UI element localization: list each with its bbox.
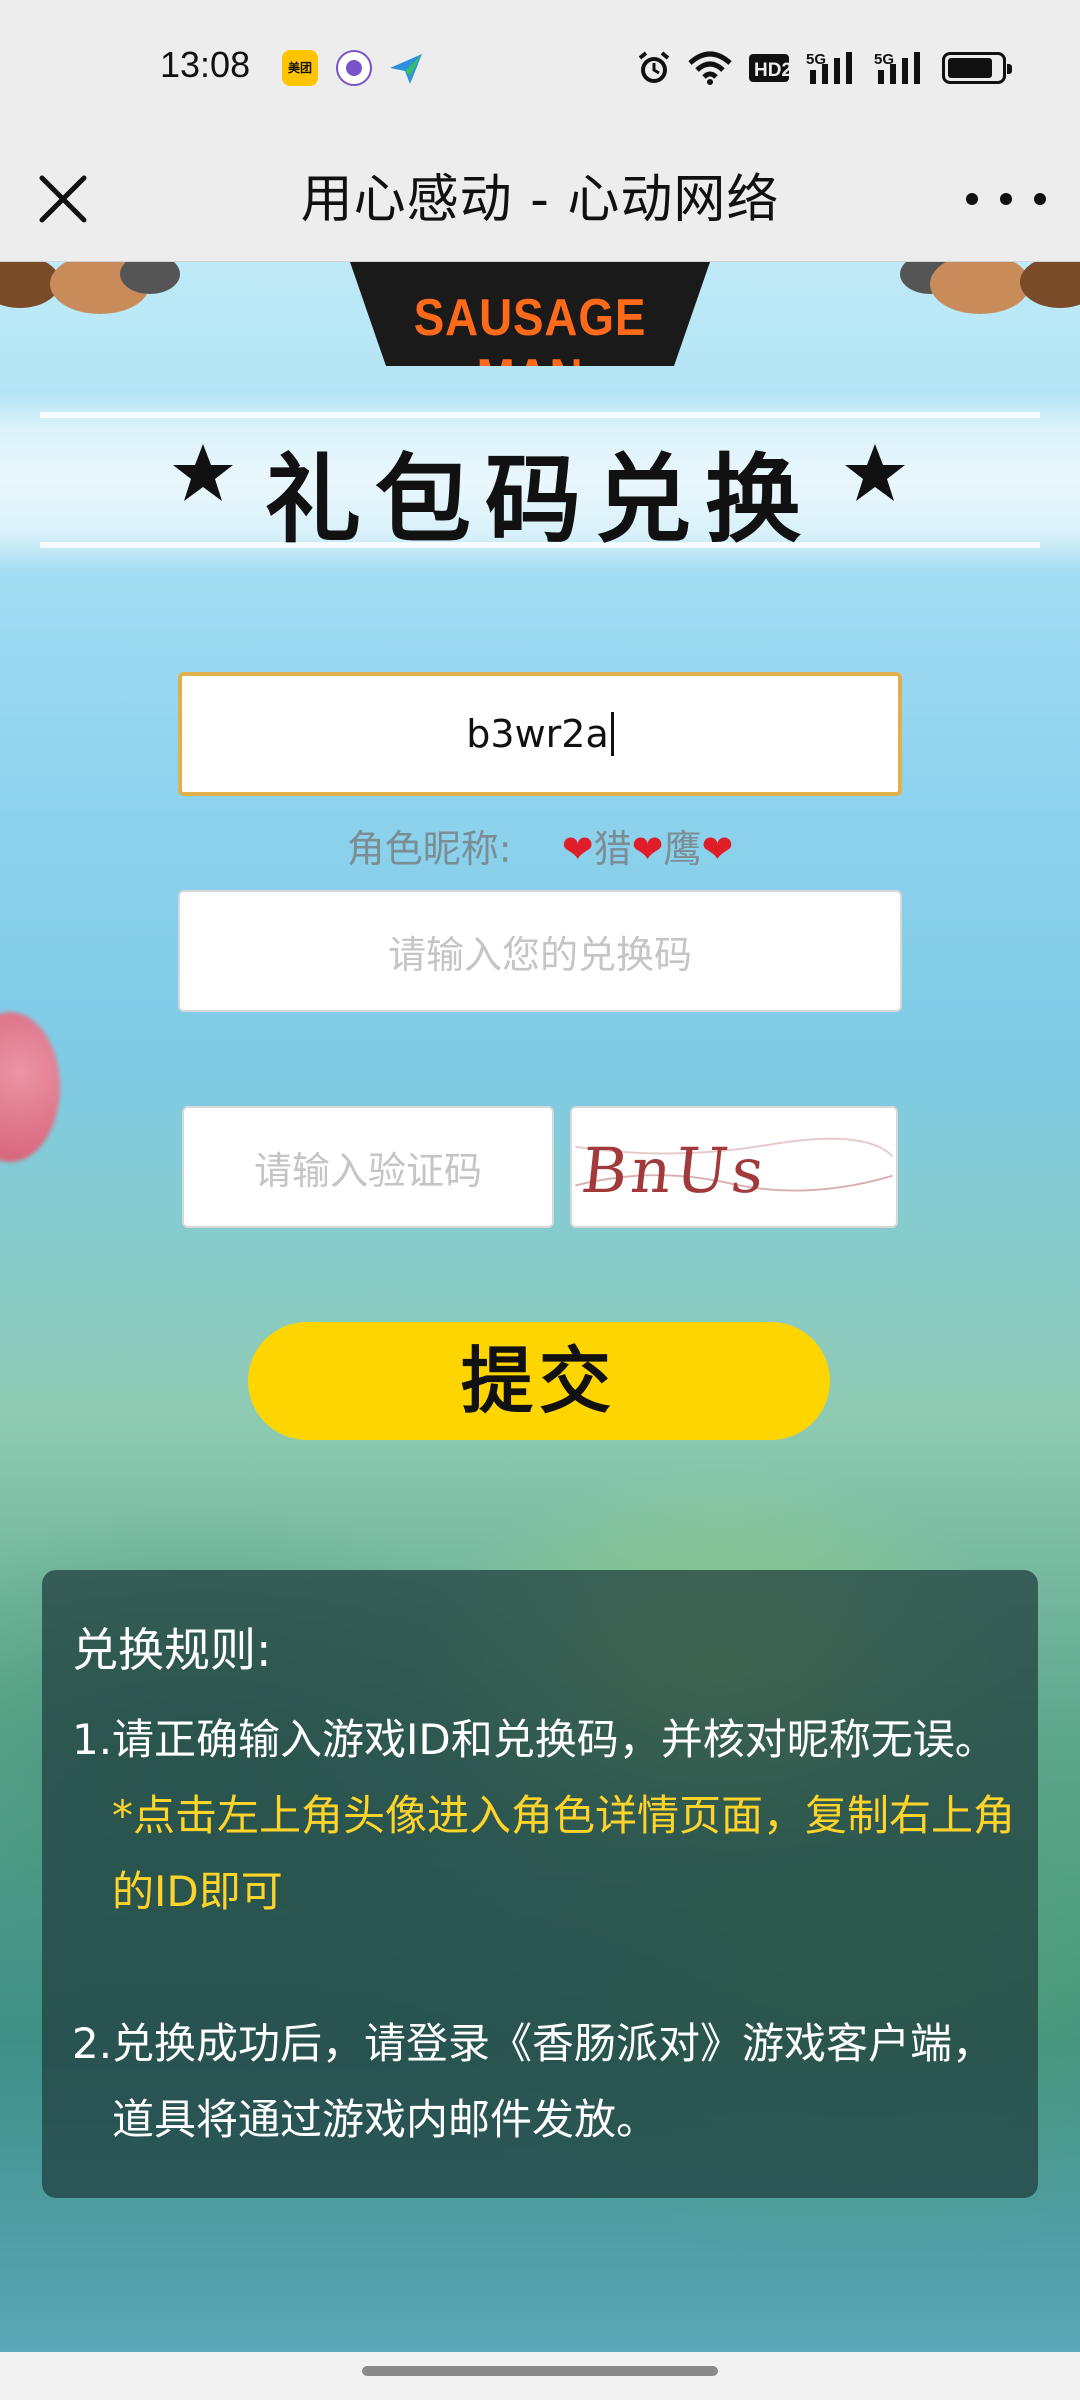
battery-icon — [942, 52, 1012, 84]
signal-5g-icon-2: 5G — [874, 51, 920, 84]
page-content: SAUSAGE MAN 礼包码兑换 b3wr2a 角色昵称: ❤猎❤鹰❤ 请输入… — [0, 262, 1080, 2352]
logo-text: SAUSAGE MAN — [413, 289, 647, 407]
game-banner: SAUSAGE MAN — [0, 262, 1080, 372]
page-title: 用心感动 - 心动网络 — [300, 170, 780, 230]
nickname-part: 猎 — [593, 827, 632, 871]
game-id-input[interactable]: b3wr2a — [178, 672, 902, 796]
dot — [1034, 193, 1046, 205]
captcha-input[interactable]: 请输入验证码 — [182, 1106, 554, 1228]
divider — [40, 412, 1040, 418]
rule-number: 1. — [72, 1715, 113, 1764]
home-indicator[interactable] — [362, 2366, 718, 2376]
submit-button[interactable]: 提交 — [248, 1322, 830, 1440]
svg-text:HD2: HD2 — [754, 60, 790, 81]
title-bar: 用心感动 - 心动网络 — [0, 138, 1080, 262]
status-time: 13:08 — [160, 44, 251, 85]
paper-plane-icon — [388, 50, 424, 86]
redeem-code-input[interactable]: 请输入您的兑换码 — [178, 890, 902, 1012]
hd-icon: HD2 — [749, 54, 790, 82]
status-icons: HD2 5G 5G — [636, 48, 1012, 88]
rules-title: 兑换规则: — [72, 1623, 272, 1677]
nickname-row: 角色昵称: ❤猎❤鹰❤ — [0, 818, 1080, 873]
dot — [1000, 193, 1012, 205]
meituan-icon: 美团 — [282, 50, 318, 86]
gift-code-heading: 礼包码兑换 — [265, 444, 815, 556]
status-bar: 13:08 美团 HD2 5G 5G — [0, 0, 1080, 138]
game-id-value: b3wr2a — [466, 712, 609, 756]
captcha-image[interactable]: BnUs — [570, 1106, 898, 1228]
star-icon — [845, 444, 905, 501]
redeem-code-placeholder: 请输入您的兑换码 — [387, 932, 692, 977]
more-menu-button[interactable] — [966, 174, 1046, 224]
nickname-label: 角色昵称: — [346, 827, 512, 871]
rules-panel: 兑换规则: 1. 请正确输入游戏ID和兑换码，并核对昵称无误。 *点击左上角头像… — [42, 1570, 1038, 2198]
heart-icon: ❤ — [701, 827, 734, 871]
character-left-image — [0, 262, 180, 314]
signal-5g-icon: 5G — [806, 51, 852, 84]
wifi-icon — [688, 51, 732, 85]
system-nav-bar — [0, 2352, 1080, 2400]
captcha-text: BnUs — [578, 1134, 772, 1207]
rule-text: 请正确输入游戏ID和兑换码，并核对昵称无误。 — [112, 1715, 997, 1764]
text-cursor — [610, 712, 614, 756]
heart-icon: ❤ — [561, 827, 594, 871]
nickname-part: 鹰 — [663, 827, 702, 871]
screen: 13:08 美团 HD2 5G 5G 用心感动 - 心动网络 SAUSAGE M… — [0, 0, 1080, 2400]
captcha-placeholder: 请输入验证码 — [253, 1148, 482, 1193]
alarm-icon — [638, 51, 670, 83]
dot — [966, 193, 978, 205]
game-logo: SAUSAGE MAN — [350, 262, 710, 366]
character-right-image — [900, 262, 1080, 314]
purple-app-icon — [336, 50, 372, 86]
rule-text: 兑换成功后，请登录《香肠派对》游戏客户端，道具将通过游戏内邮件发放。 — [112, 2019, 995, 2144]
rule-hint: *点击左上角头像进入角色详情页面，复制右上角的ID即可 — [112, 1791, 1016, 1916]
heart-icon: ❤ — [631, 827, 664, 871]
rule-number: 2. — [72, 2019, 113, 2068]
balloon-decoration — [0, 1012, 60, 1162]
